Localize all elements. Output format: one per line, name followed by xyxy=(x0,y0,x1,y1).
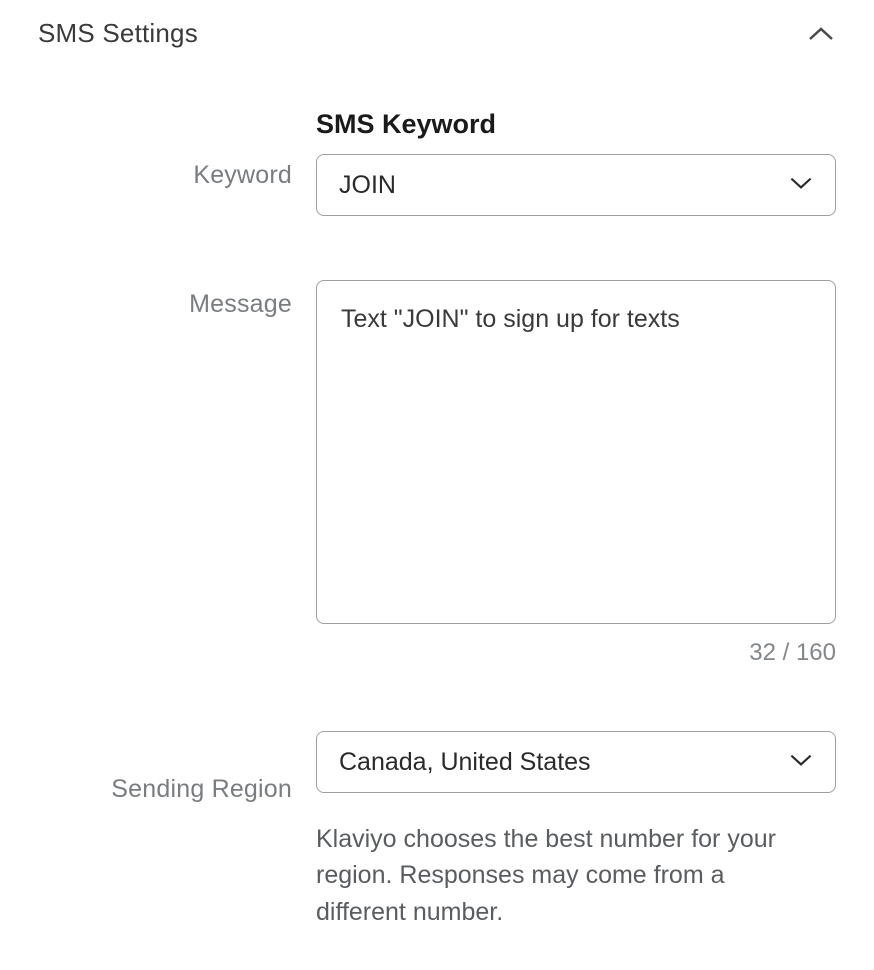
message-label: Message xyxy=(189,290,292,318)
region-select-value: Canada, United States xyxy=(339,748,789,777)
message-char-count: 32 / 160 xyxy=(316,639,836,667)
region-label: Sending Region xyxy=(111,775,292,803)
keyword-select-value: JOIN xyxy=(339,171,789,200)
message-textarea[interactable] xyxy=(316,280,836,624)
chevron-down-icon xyxy=(789,753,813,772)
keyword-label: Keyword xyxy=(193,161,292,189)
chevron-down-icon xyxy=(789,176,813,195)
section-title: SMS Settings xyxy=(38,18,198,49)
message-row: Message 32 / 160 xyxy=(38,280,836,667)
keyword-select[interactable]: JOIN xyxy=(316,154,836,216)
chevron-up-icon[interactable] xyxy=(806,19,836,49)
region-help-text: Klaviyo chooses the best number for your… xyxy=(316,821,796,930)
keyword-row: Keyword SMS Keyword JOIN xyxy=(38,109,836,216)
keyword-heading: SMS Keyword xyxy=(316,109,836,140)
region-row: Sending Region Canada, United States Kla… xyxy=(38,731,836,930)
region-select[interactable]: Canada, United States xyxy=(316,731,836,793)
section-header[interactable]: SMS Settings xyxy=(38,18,836,109)
